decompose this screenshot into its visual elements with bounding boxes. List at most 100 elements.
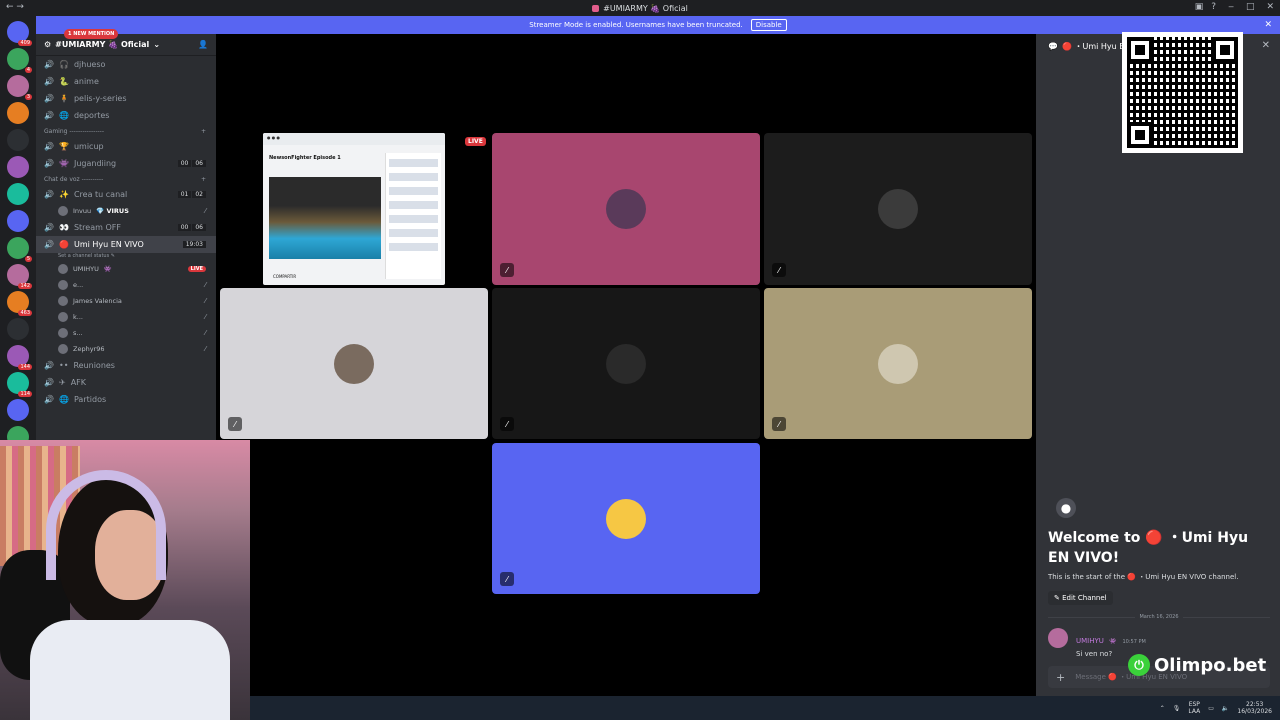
add-channel-icon[interactable]: + xyxy=(201,128,206,135)
mic-muted-icon: ⁄ xyxy=(204,297,206,305)
server-icon[interactable]: 5 xyxy=(7,237,32,262)
edit-channel-button[interactable]: ✎ Edit Channel xyxy=(1048,591,1113,605)
voice-channel[interactable]: 🔊 🎧 djhueso xyxy=(36,56,216,73)
speaker-icon: 🔊 xyxy=(44,159,54,168)
server-icon[interactable]: 142 xyxy=(7,264,32,289)
welcome-subtitle: This is the start of the 🔴 ・Umi Hyu EN V… xyxy=(1048,573,1239,581)
new-mention-pill[interactable]: 1 NEW MENTION xyxy=(64,29,119,39)
avatar xyxy=(58,344,68,354)
speaker-icon: 🔊 xyxy=(44,361,54,370)
screen-share-tile[interactable]: ● ● ● NewsonFighter Episode 1 COMPARTIR xyxy=(263,133,445,285)
tile-james[interactable]: ⁄ xyxy=(220,288,488,439)
live-badge: LIVE xyxy=(187,266,206,272)
plus-icon[interactable]: + xyxy=(1056,671,1065,684)
language-indicator[interactable]: ESP LAA xyxy=(1188,701,1200,715)
speaker-icon: 🔊 xyxy=(44,142,54,151)
back-arrow-icon[interactable]: ← → xyxy=(6,2,24,12)
avatar xyxy=(878,343,918,384)
inbox-icon[interactable]: ▣ xyxy=(1195,2,1204,12)
maximize-button[interactable]: □ xyxy=(1246,2,1255,12)
video-grid: ● ● ● NewsonFighter Episode 1 COMPARTIR … xyxy=(216,34,1036,696)
voice-user[interactable]: s... ⁄ xyxy=(36,325,216,341)
help-icon[interactable]: ? xyxy=(1211,2,1216,12)
server-icon[interactable] xyxy=(7,129,29,151)
taskbar: ⌃ 🎙 ESP LAA ▭ 🔈 22:53 16/03/2026 xyxy=(250,696,1280,720)
mic-icon[interactable]: 🎙 xyxy=(1173,705,1181,712)
voice-user[interactable]: James Valencia ⁄ xyxy=(36,293,216,309)
minimize-button[interactable]: ‒ xyxy=(1228,2,1234,12)
voice-channel[interactable]: 🔊 🌐 deportes xyxy=(36,107,216,124)
window-title: #UMIARMY 🍇 Oficial xyxy=(603,3,688,13)
voice-user[interactable]: k... ⁄ xyxy=(36,309,216,325)
category-voice[interactable]: Chat de voz ---------- + xyxy=(36,172,216,186)
voice-user[interactable]: Invuu 💎 VIRUS ⁄ xyxy=(36,203,216,219)
server-icon[interactable]: 4 xyxy=(7,48,32,73)
tile-dark-user[interactable]: ⁄ xyxy=(764,133,1032,285)
tile-user-e[interactable]: ⁄ xyxy=(492,288,760,439)
mic-muted-icon: ⁄ xyxy=(500,572,514,586)
tile-umihyu[interactable]: ⁄ xyxy=(492,133,760,285)
voice-user[interactable]: UMIHYU 👾 LIVE xyxy=(36,261,216,277)
speaker-icon: 🔊 xyxy=(44,223,54,232)
add-channel-icon[interactable]: + xyxy=(201,176,206,183)
message-author[interactable]: UMIHYU xyxy=(1076,637,1104,645)
voice-channel[interactable]: 🔊 👀 Stream OFF 00 06 xyxy=(36,219,216,236)
voice-user[interactable]: e... ⁄ xyxy=(36,277,216,293)
server-icon[interactable]: 3 xyxy=(7,75,32,100)
server-icon[interactable]: 463 xyxy=(7,291,32,316)
voice-channel[interactable]: 🔊 🏆 umicup xyxy=(36,138,216,155)
tile-dog[interactable]: ⁄ xyxy=(764,288,1032,439)
clock[interactable]: 22:53 16/03/2026 xyxy=(1237,701,1272,715)
headphones xyxy=(46,470,166,580)
disable-button[interactable]: Disable xyxy=(750,19,787,31)
avatar xyxy=(606,343,646,384)
avatar xyxy=(58,280,68,290)
speaker-icon: 🔊 xyxy=(44,395,54,404)
shared-sidebar-list xyxy=(385,153,441,279)
chevron-up-icon[interactable]: ⌃ xyxy=(1160,705,1165,712)
server-header[interactable]: ⚙ #UMIARMY 🍇 Oficial ⌄ 👤 xyxy=(36,34,216,56)
voice-channel[interactable]: 🔊 👾 Jugandiing 00 06 xyxy=(36,155,216,172)
streamer-shirt xyxy=(30,620,230,720)
voice-user[interactable]: Zephyr96 ⁄ xyxy=(36,341,216,357)
voice-channel[interactable]: 🔊 ✈ AFK xyxy=(36,374,216,391)
mic-muted-icon: ⁄ xyxy=(204,329,206,337)
channel-status[interactable]: Set a channel status ✎ xyxy=(36,253,216,261)
notification-badge: 5 xyxy=(24,256,32,262)
thread-icon: 💬 xyxy=(1048,41,1058,51)
category-gaming[interactable]: Gaming ---------------- + xyxy=(36,124,216,138)
notification-badge: 114 xyxy=(18,391,32,397)
close-chat-icon[interactable]: ✕ xyxy=(1262,40,1270,51)
add-member-icon[interactable]: 👤 xyxy=(198,40,208,49)
voice-channel[interactable]: 🔊 ✨ Crea tu canal 01 02 xyxy=(36,186,216,203)
active-voice-channel[interactable]: 🔊 🔴 Umi Hyu EN VIVO 19:03 xyxy=(36,236,216,253)
close-button[interactable]: ✕ xyxy=(1266,2,1274,12)
streamer-mode-banner: Streamer Mode is enabled. Usernames have… xyxy=(36,16,1280,34)
server-icon[interactable] xyxy=(7,183,29,205)
notification-badge: 4 xyxy=(24,67,32,73)
live-badge: LIVE xyxy=(465,137,486,146)
server-icon[interactable] xyxy=(7,399,29,421)
voice-channel[interactable]: 🔊 •• Reuniones xyxy=(36,357,216,374)
server-icon[interactable] xyxy=(7,318,29,340)
channel-sidebar: ⚙ #UMIARMY 🍇 Oficial ⌄ 👤 🔊 🎧 djhueso 🔊 🐍 anim… xyxy=(36,34,216,440)
server-icon[interactable]: 409 xyxy=(7,21,32,46)
wifi-icon[interactable]: ▭ xyxy=(1208,705,1214,712)
avatar[interactable] xyxy=(1048,628,1068,648)
notification-badge: 463 xyxy=(18,310,32,316)
voice-channel[interactable]: 🔊 🧍 pelis-y-series xyxy=(36,90,216,107)
voice-channel[interactable]: 🔊 🐍 anime xyxy=(36,73,216,90)
close-banner-icon[interactable]: ✕ xyxy=(1264,20,1272,30)
banner-text: Streamer Mode is enabled. Usernames have… xyxy=(529,21,743,29)
tile-zephyr[interactable]: ⁄ xyxy=(492,443,760,594)
speaker-icon: 🔊 xyxy=(44,94,54,103)
server-icon[interactable] xyxy=(7,156,29,178)
server-icon[interactable]: 114 xyxy=(7,372,32,397)
server-icon[interactable]: 144 xyxy=(7,345,32,370)
voice-channel[interactable]: 🔊 🌐 Partidos xyxy=(36,391,216,408)
volume-icon[interactable]: 🔈 xyxy=(1222,705,1229,712)
server-icon[interactable] xyxy=(7,102,29,124)
mic-muted-icon: ⁄ xyxy=(772,417,786,431)
server-icon[interactable] xyxy=(7,210,29,232)
notification-badge: 409 xyxy=(18,40,32,46)
